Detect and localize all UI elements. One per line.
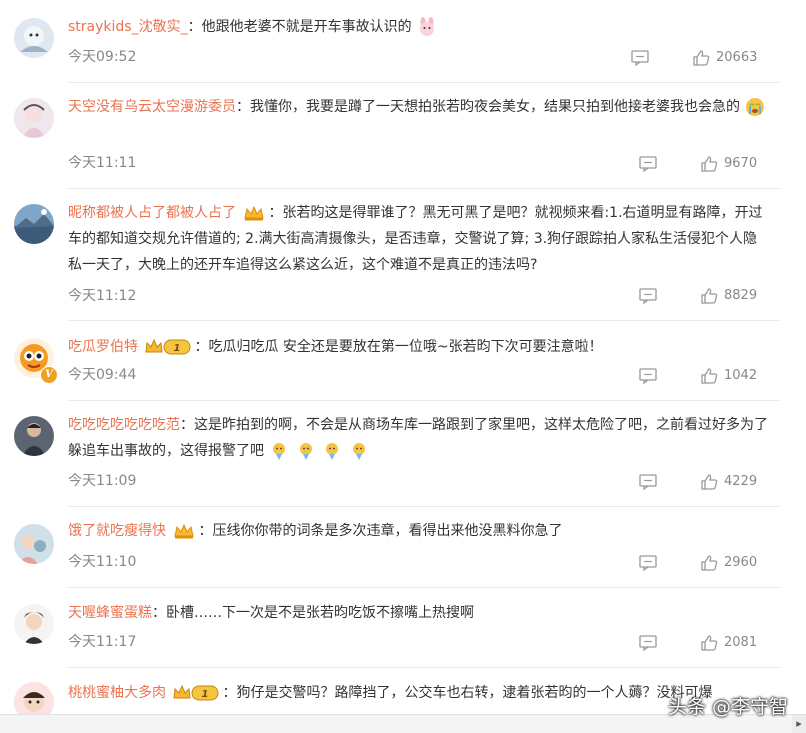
divider xyxy=(68,667,780,668)
comment-username[interactable]: 饿了就吃瘦得快 xyxy=(68,523,166,539)
comment-body: 卧槽……下一次是不是张若昀吃饭不擦嘴上热搜啊 xyxy=(166,605,474,621)
separator: ： xyxy=(198,523,213,539)
like-icon[interactable] xyxy=(700,634,718,652)
divider xyxy=(68,188,780,189)
like-count: 2081 xyxy=(724,635,758,650)
comment-time: 今天11:10 xyxy=(68,554,137,570)
like-icon[interactable] xyxy=(700,554,718,572)
reply-icon[interactable] xyxy=(639,368,657,384)
comment-text: 昵称都被人占了都被人占了 ：张若昀这是得罪谁了？黑无可黑了是吧？就视频来看:1.… xyxy=(68,200,768,278)
separator: ： xyxy=(187,19,202,35)
comment-text: 饿了就吃瘦得快 ：压线你你带的词条是多次违章，看得出来他没黑料你急了 xyxy=(68,518,768,544)
like-icon[interactable] xyxy=(700,367,718,385)
comment-time: 今天09:52 xyxy=(68,49,137,65)
comment-body: 压线你你带的词条是多次违章，看得出来他没黑料你急了 xyxy=(212,523,563,539)
like-count: 2960 xyxy=(724,555,758,570)
divider xyxy=(68,320,780,321)
comment-time: 今天11:17 xyxy=(68,634,137,650)
comment-text: 天喔蜂蜜蛋糕：卧槽……下一次是不是张若昀吃饭不擦嘴上热搜啊 xyxy=(68,600,768,626)
avatar[interactable] xyxy=(14,204,54,244)
comment-text: 桃桃蜜柚大多肉 1 ：狗仔是交警吗？路障挡了，公交车也右转，逮着张若昀的一个人薅？… xyxy=(68,680,768,706)
bunny-emoji-icon xyxy=(420,17,435,36)
comment-body: 他跟他老婆不就是开车事故认识的 xyxy=(201,19,412,35)
like-count: 4229 xyxy=(724,474,758,489)
like-count: 20663 xyxy=(716,50,758,65)
comment-username[interactable]: 天空没有乌云太空漫游委员 xyxy=(68,99,236,115)
separator: ： xyxy=(222,685,237,701)
crown-badge-icon xyxy=(244,205,265,221)
reply-icon[interactable] xyxy=(639,156,657,172)
comment-time: 今天11:09 xyxy=(68,473,137,489)
separator: ： xyxy=(180,417,194,433)
comment-body: 吃瓜归吃瓜 安全还是要放在第一位哦~张若昀下次可要注意啦！ xyxy=(208,339,603,355)
comment-text: 吃瓜罗伯特 1 ：吃瓜归吃瓜 安全还是要放在第一位哦~张若昀下次可要注意啦！ xyxy=(68,334,768,360)
comment-username[interactable]: 吃吃吃吃吃吃吃范 xyxy=(68,417,180,433)
level-badge-icon: 1 xyxy=(145,338,191,355)
avatar[interactable] xyxy=(14,98,54,138)
pray-emoji-icon xyxy=(273,443,286,460)
watermark: 头条 @李守智 xyxy=(667,696,788,718)
like-icon[interactable] xyxy=(700,473,718,491)
crying-emoji-icon xyxy=(746,98,765,116)
comment-time: 今天09:44 xyxy=(68,367,137,383)
like-count: 8829 xyxy=(724,288,758,303)
reply-icon[interactable] xyxy=(639,474,657,490)
avatar[interactable] xyxy=(14,416,54,456)
avatar[interactable] xyxy=(14,18,54,58)
pray-emoji-icon xyxy=(299,443,312,460)
comment-username[interactable]: 昵称都被人占了都被人占了 xyxy=(68,205,236,221)
comment-time: 今天11:12 xyxy=(68,288,137,304)
avatar[interactable] xyxy=(14,604,54,644)
level-number: 1 xyxy=(202,689,209,700)
pray-emoji-icon xyxy=(352,443,365,460)
reply-icon[interactable] xyxy=(639,635,657,651)
reply-icon[interactable] xyxy=(639,288,657,304)
pray-emoji-icon xyxy=(326,443,339,460)
like-count: 9670 xyxy=(724,156,758,171)
like-icon[interactable] xyxy=(700,287,718,305)
crown-badge-icon xyxy=(174,523,195,539)
like-icon[interactable] xyxy=(700,155,718,173)
separator: ： xyxy=(194,339,209,355)
verified-badge: V xyxy=(40,366,58,384)
reply-icon[interactable] xyxy=(631,50,649,66)
comment-username[interactable]: straykids_沈敬实_ xyxy=(68,19,188,35)
comment-username[interactable]: 天喔蜂蜜蛋糕 xyxy=(68,605,152,621)
like-count: 1042 xyxy=(724,368,758,383)
level-badge-icon: 1 xyxy=(173,684,219,701)
divider xyxy=(68,506,780,507)
comment-time: 今天11:11 xyxy=(68,155,137,171)
separator: ： xyxy=(268,205,283,221)
separator: ： xyxy=(152,605,166,621)
scroll-right-arrow-icon[interactable]: ▸ xyxy=(792,715,806,733)
comment-text: 天空没有乌云太空漫游委员：我懂你，我要是蹲了一天想拍张若昀夜会美女，结果只拍到他… xyxy=(68,94,768,120)
avatar[interactable] xyxy=(14,524,54,564)
level-number: 1 xyxy=(174,343,181,354)
like-icon[interactable] xyxy=(692,49,710,67)
comment-username[interactable]: 吃瓜罗伯特 xyxy=(68,339,138,355)
comment-body: 狗仔是交警吗？路障挡了，公交车也右转，逮着张若昀的一个人薅？没料可爆 xyxy=(236,685,713,701)
comment-body: 我懂你，我要是蹲了一天想拍张若昀夜会美女，结果只拍到他接老婆我也会急的 xyxy=(250,99,740,115)
comment-text: 吃吃吃吃吃吃吃范：这是昨拍到的啊，不会是从商场车库一路跟到了家里吧，这样太危险了… xyxy=(68,412,768,464)
separator: ： xyxy=(236,99,250,115)
divider xyxy=(68,82,780,83)
reply-icon[interactable] xyxy=(639,555,657,571)
comment-username[interactable]: 桃桃蜜柚大多肉 xyxy=(68,685,166,701)
comment-text: straykids_沈敬实_：他跟他老婆不就是开车事故认识的 xyxy=(68,14,768,40)
divider xyxy=(68,400,780,401)
divider xyxy=(68,587,780,588)
